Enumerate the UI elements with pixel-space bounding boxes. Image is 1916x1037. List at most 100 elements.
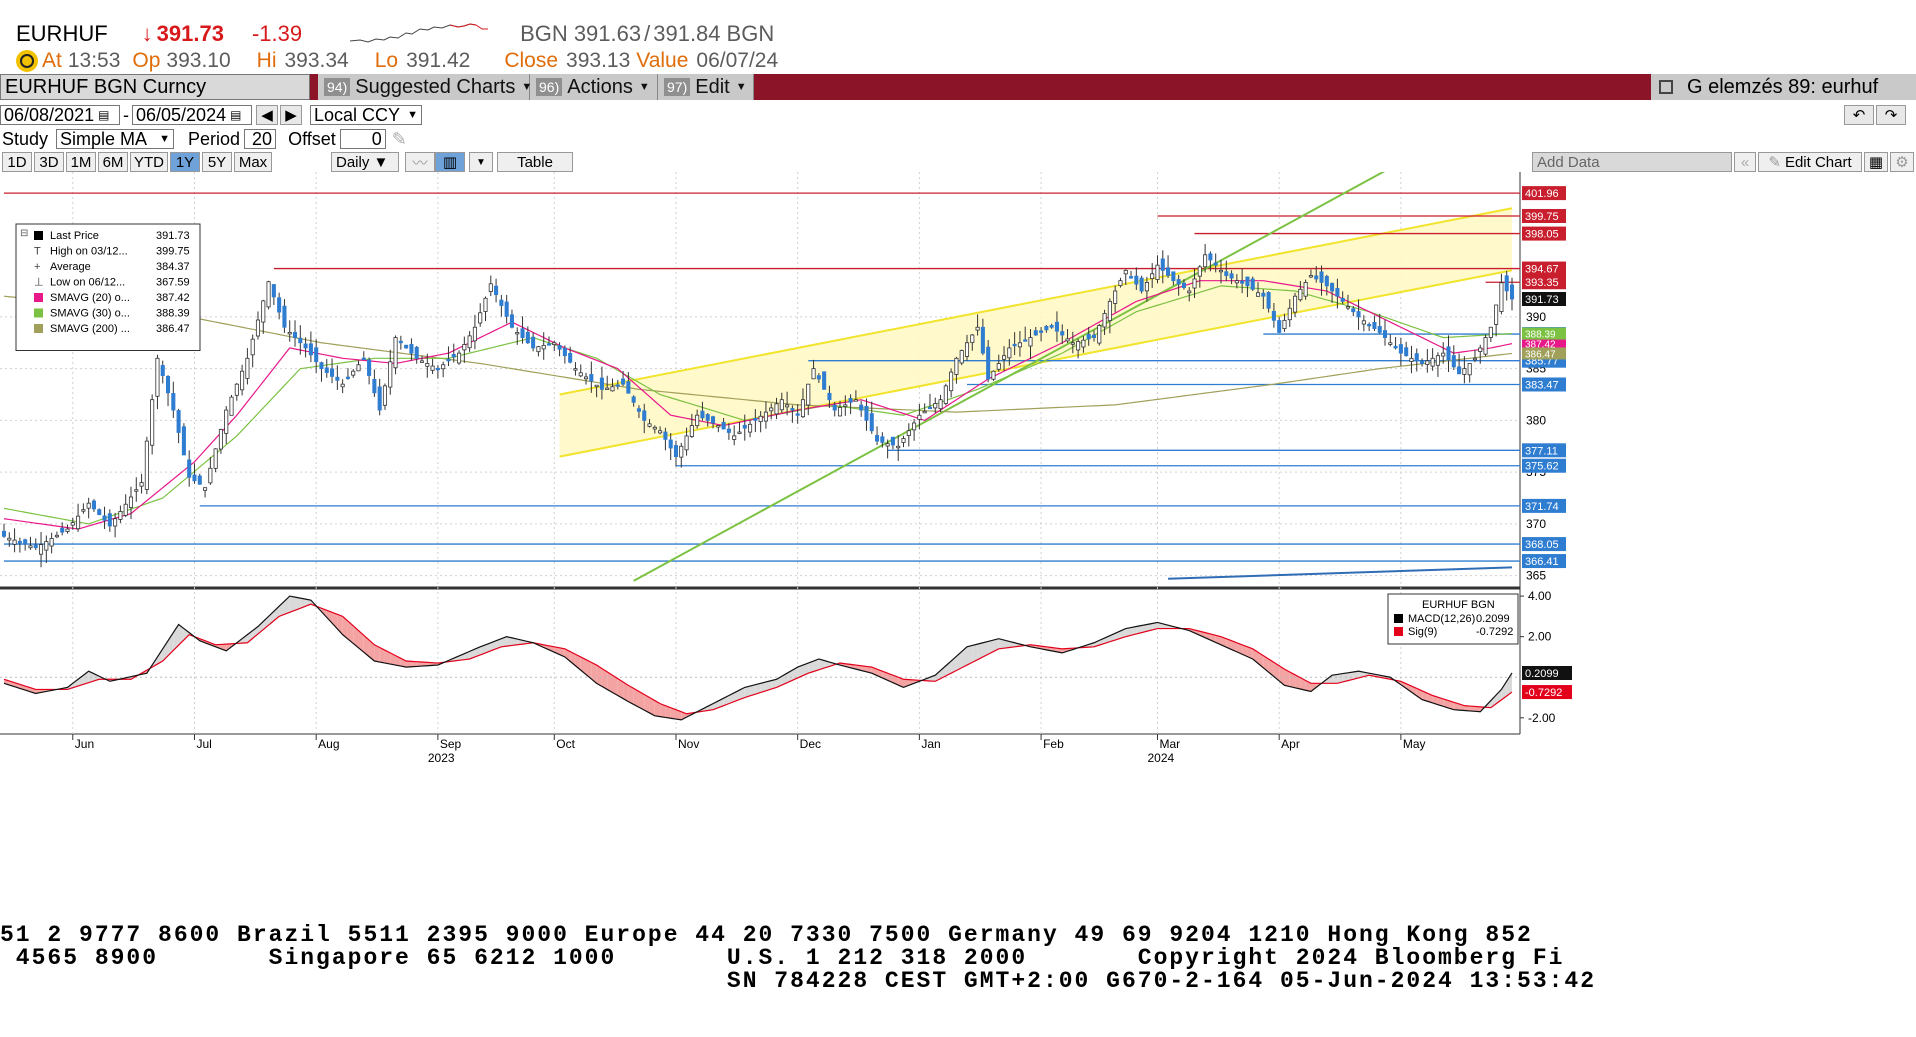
legend-symbol-icon: T (34, 246, 41, 258)
candle-body (1446, 346, 1451, 361)
candle-body (308, 343, 313, 356)
period-field[interactable]: 20 (244, 129, 277, 149)
candle-body (287, 332, 292, 335)
candle-body (91, 500, 96, 510)
timeframe-6m-button[interactable]: 6M (98, 152, 128, 172)
timeframe-5y-button[interactable]: 5Y (202, 152, 232, 172)
edit-chart-button[interactable]: ✎ Edit Chart (1758, 152, 1862, 172)
candle-body (610, 386, 615, 392)
calendar-icon[interactable]: ▤ (98, 108, 109, 122)
candle-body (203, 487, 208, 491)
candle-body (1150, 273, 1155, 279)
candle-body (467, 335, 472, 349)
candle-body (187, 459, 192, 478)
offset-field[interactable]: 0 (339, 128, 386, 149)
level-label: 393.35 (1525, 277, 1559, 289)
macd-fill (406, 661, 412, 668)
candle-body (896, 445, 901, 449)
candle-body (1049, 325, 1054, 328)
candle-body (943, 385, 948, 404)
price-tick-label: 365 (1526, 569, 1546, 583)
candle-body (1107, 300, 1112, 322)
candle-body (134, 489, 139, 492)
month-label: Sep (440, 737, 462, 751)
start-date-field[interactable]: 06/08/2021 ▤ (0, 105, 120, 125)
month-label: Jun (75, 737, 94, 751)
offset-text: 0 (371, 128, 382, 149)
candle-body (1255, 292, 1261, 297)
candle-body (933, 403, 938, 409)
redo-button[interactable]: ↷ (1876, 105, 1906, 125)
last-price: 391.73 (156, 21, 224, 46)
month-label: Feb (1043, 737, 1064, 751)
candle-body (23, 539, 28, 545)
chart-settings-icon[interactable]: ▦ (1864, 152, 1888, 172)
calendar-icon[interactable]: ▤ (230, 108, 241, 122)
timeframe-ytd-button[interactable]: YTD (130, 152, 168, 172)
end-date-field[interactable]: 06/05/2024 ▤ (132, 105, 252, 125)
currency-select[interactable]: Local CCY ▼ (310, 105, 422, 125)
security-field[interactable]: EURHUF BGN Curncy (0, 74, 310, 100)
candle-body (1345, 306, 1351, 309)
suggested-charts-label: Suggested Charts (355, 75, 516, 98)
level-label: 398.05 (1525, 229, 1559, 241)
candle-body (86, 502, 91, 509)
bar-chart-type-button[interactable]: ▥ (435, 152, 465, 172)
timeframe-1m-button[interactable]: 1M (66, 152, 96, 172)
candle-body (494, 285, 499, 296)
sparkline-icon (350, 23, 489, 43)
add-data-field[interactable]: Add Data (1532, 152, 1732, 172)
collapse-icon[interactable]: « (1734, 152, 1756, 172)
month-label: Oct (556, 737, 575, 751)
candle-body (192, 474, 197, 482)
timeframe-1d-button[interactable]: 1D (2, 152, 32, 172)
study-select[interactable]: Simple MA ▼ (56, 129, 175, 149)
candle-body (1118, 280, 1123, 287)
candle-body (589, 374, 594, 382)
chart-area[interactable]: 365370375380385390401.96399.75398.05394.… (0, 172, 1916, 922)
candle-body (848, 397, 853, 403)
legend-label: SMAVG (30) o... (50, 308, 130, 320)
high-price: 393.34 (284, 49, 349, 72)
pencil-icon[interactable]: ✎ (392, 129, 407, 150)
timeframe-1y-button[interactable]: 1Y (170, 152, 200, 172)
candle-body (1102, 313, 1107, 328)
popout-icon[interactable] (1659, 80, 1673, 94)
timeframe-max-button[interactable]: Max (234, 152, 272, 172)
candle-body (197, 475, 202, 485)
next-period-button[interactable]: ▶ (280, 105, 302, 125)
candle-body (472, 326, 477, 342)
timeframe-3d-button[interactable]: 3D (34, 152, 64, 172)
candle-body (774, 403, 779, 415)
month-label: Dec (800, 737, 821, 751)
chart-type-dropdown[interactable]: ▼ (469, 152, 493, 172)
candle-body (245, 357, 250, 379)
close-label: Close (504, 49, 559, 72)
legend-value: 386.47 (156, 323, 190, 335)
candle-body (1039, 330, 1044, 333)
candle-body (1393, 345, 1398, 349)
undo-button[interactable]: ↶ (1844, 105, 1874, 125)
table-button[interactable]: Table (497, 152, 573, 172)
candle-body (827, 392, 832, 401)
realtime-gauge-icon[interactable] (16, 50, 38, 72)
edit-button[interactable]: 97) Edit ▼ (658, 74, 754, 100)
legend-swatch (34, 324, 43, 333)
frequency-select[interactable]: Daily ▼ (331, 152, 399, 172)
candle-body (970, 334, 975, 344)
line-chart-type-button[interactable]: 〰 (405, 152, 435, 172)
candle-body (996, 363, 1001, 370)
macd-panel (0, 595, 1520, 721)
legend-symbol-icon: ⊥ (34, 277, 44, 289)
candle-body (261, 300, 266, 323)
prev-period-button[interactable]: ◀ (256, 105, 278, 125)
candle-body (811, 368, 816, 380)
suggested-charts-button[interactable]: 94) Suggested Charts ▼ (318, 74, 532, 100)
candle-body (1224, 271, 1229, 276)
gear-icon[interactable]: ⚙ (1890, 152, 1914, 172)
year-label: 2023 (428, 751, 455, 765)
date-separator: - (123, 104, 129, 125)
frequency-text: Daily ▼ (336, 153, 389, 171)
actions-button[interactable]: 96) Actions ▼ (530, 74, 658, 100)
chart-title-field[interactable]: G elemzés 89: eurhuf (1651, 74, 1916, 100)
